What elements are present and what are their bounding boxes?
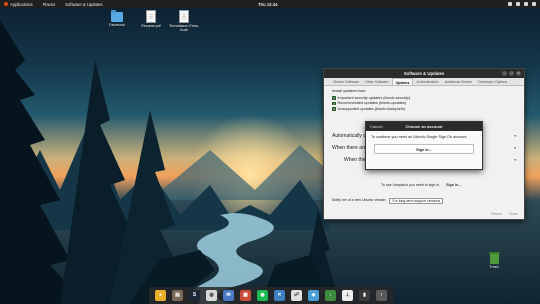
checkbox-checked-icon[interactable]: ✓: [332, 101, 336, 105]
livepatch-row: To use Livepatch you need to sign in. Si…: [381, 183, 461, 187]
dialog-title: Choose an account: [405, 124, 443, 129]
chevron-down-icon[interactable]: ▾: [514, 146, 516, 150]
thermometer-icon[interactable]: ⊥: [342, 290, 353, 301]
mail-icon[interactable]: ✉: [223, 290, 234, 301]
dialog-text: To continue you need an Ubuntu Single Si…: [371, 135, 468, 139]
desktop-icon-label: Resume.pdf: [141, 24, 161, 28]
network-icon[interactable]: [508, 1, 512, 6]
dock: ● ▤ S ◍ ✉ ▦ ◉ ✕ ☍ ◈ ↓ ⊥ ▮ ›: [149, 287, 393, 304]
window-controls: – □ ×: [502, 71, 521, 76]
volume-icon[interactable]: [516, 1, 520, 6]
tab-updates[interactable]: Updates: [391, 78, 414, 85]
document-icon: [146, 10, 156, 23]
document-icon: [179, 10, 189, 23]
trash-icon: [488, 252, 500, 264]
calendar-icon[interactable]: ▦: [240, 290, 251, 301]
places-menu[interactable]: Places: [38, 2, 61, 7]
maximize-icon[interactable]: □: [509, 71, 514, 76]
minimize-icon[interactable]: –: [502, 71, 507, 76]
vlc-icon[interactable]: ◍: [206, 290, 217, 301]
active-app-menu[interactable]: Software & Updates: [60, 2, 107, 7]
terminal-icon[interactable]: ›: [376, 290, 387, 301]
tools-icon[interactable]: ✕: [274, 290, 285, 301]
sign-in-button[interactable]: Sign In...: [374, 144, 474, 154]
updates-panel: Install updates from: ✓ Important securi…: [324, 86, 524, 115]
notify-label: Notify me of a new Ubuntu version:: [332, 198, 387, 202]
photos-icon[interactable]: ◈: [308, 290, 319, 301]
dialog-header: Cancel Choose an account: [366, 122, 482, 131]
top-panel: Applications Places Software & Updates T…: [0, 0, 540, 8]
tab-developer-options[interactable]: Developer Options: [475, 78, 510, 85]
notify-row: Notify me of a new Ubuntu version: For l…: [332, 198, 444, 204]
window-title: Software & Updates: [403, 71, 445, 76]
book-icon[interactable]: ▮: [359, 290, 370, 301]
close-icon[interactable]: ×: [516, 71, 521, 76]
tab-additional-drivers[interactable]: Additional Drivers: [442, 78, 475, 85]
desktop-icon-trash[interactable]: Trash: [482, 252, 506, 269]
battery-icon[interactable]: [524, 1, 528, 6]
applications-menu[interactable]: Applications: [0, 2, 38, 7]
notify-dropdown[interactable]: For long-term support versions: [389, 198, 444, 204]
chevron-down-icon[interactable]: ▾: [514, 158, 516, 162]
desktop-icon-resume[interactable]: Resume.pdf: [136, 10, 166, 28]
livepatch-signin-link[interactable]: Sign In...: [446, 183, 461, 187]
install-label: Install updates from:: [332, 89, 367, 93]
check-unsupported[interactable]: ✓ Unsupported updates (bionic-backports): [332, 106, 516, 112]
files-icon[interactable]: ▤: [172, 290, 183, 301]
revert-button[interactable]: Revert: [491, 212, 502, 216]
livepatch-text: To use Livepatch you need to sign in.: [381, 183, 441, 187]
steam-icon[interactable]: S: [189, 290, 200, 301]
chevron-down-icon[interactable]: ▾: [514, 134, 516, 138]
checkbox-checked-icon[interactable]: ✓: [332, 96, 336, 100]
checkbox-checked-icon[interactable]: ✓: [332, 107, 336, 111]
tab-bar: Ubuntu Software Other Software Updates A…: [324, 78, 524, 86]
spotify-icon[interactable]: ◉: [257, 290, 268, 301]
chrome-icon[interactable]: ●: [155, 290, 166, 301]
folder-icon: [111, 10, 123, 22]
desktop-icon-facebook[interactable]: Facebook: [102, 10, 132, 27]
desktop-icon-tecnoblaum[interactable]: Tecnoblaum Extra-Kuali: [169, 10, 199, 32]
desktop-icon-label: Tecnoblaum Extra-Kuali: [169, 24, 199, 32]
tab-ubuntu-software[interactable]: Ubuntu Software: [330, 78, 362, 85]
system-tray: [508, 1, 536, 6]
tab-other-software[interactable]: Other Software: [362, 78, 392, 85]
power-icon[interactable]: [532, 1, 536, 6]
window-titlebar[interactable]: Software & Updates – □ ×: [324, 69, 524, 78]
torrent-icon[interactable]: ↓: [325, 290, 336, 301]
ubuntu-logo-icon: [4, 2, 8, 6]
trash-label: Trash: [489, 265, 499, 269]
tab-authentication[interactable]: Authentication: [413, 78, 441, 85]
close-button[interactable]: Close: [509, 212, 518, 216]
desktop-icon-label: Facebook: [109, 23, 125, 27]
network-icon[interactable]: ☍: [291, 290, 302, 301]
window-buttons: Revert Close: [491, 212, 518, 216]
clock[interactable]: Thu 13:44: [258, 2, 278, 7]
choose-account-dialog: Cancel Choose an account To continue you…: [365, 121, 483, 170]
